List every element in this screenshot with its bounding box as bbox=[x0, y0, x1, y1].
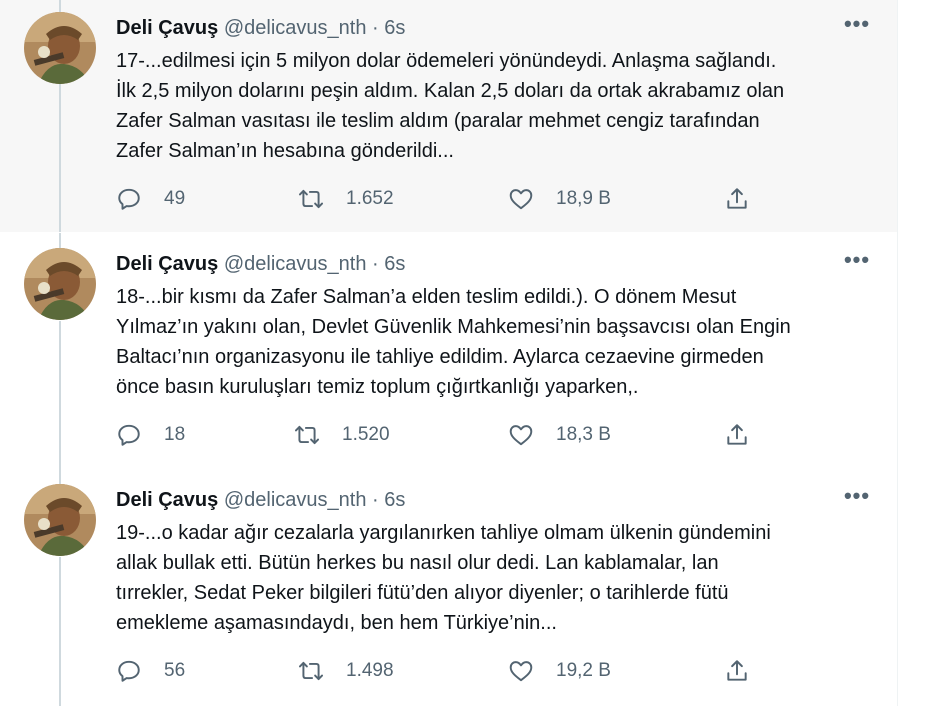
display-name[interactable]: Deli Çavuş bbox=[116, 253, 218, 275]
display-name[interactable]: Deli Çavuş bbox=[116, 489, 218, 511]
share-icon bbox=[727, 424, 747, 445]
retweet-icon bbox=[298, 661, 324, 681]
retweet-count: 1.520 bbox=[342, 424, 390, 445]
avatar-image bbox=[24, 248, 96, 320]
reply-button[interactable]: 49 bbox=[116, 183, 185, 215]
tweet-header: Deli Çavuş @delicavus_nth · 6s bbox=[116, 251, 405, 277]
reply-icon bbox=[118, 188, 140, 210]
like-button[interactable]: 18,3 B bbox=[508, 419, 611, 451]
thread-line-top bbox=[59, 469, 61, 484]
tweet-text-line: İlk 2,5 milyon dolarını peşin aldım. Kal… bbox=[116, 80, 785, 102]
timestamp[interactable]: 6s bbox=[384, 17, 405, 39]
like-count: 19,2 B bbox=[556, 660, 611, 681]
heart-icon bbox=[509, 425, 533, 446]
tweet-text-line: Zafer Salman’ın hesabına gönderildi... bbox=[116, 140, 454, 162]
retweet-button[interactable]: 1.520 bbox=[294, 419, 390, 451]
display-name[interactable]: Deli Çavuş bbox=[116, 17, 218, 39]
thread-line bbox=[59, 321, 61, 469]
avatar[interactable] bbox=[24, 484, 96, 556]
user-handle[interactable]: @delicavus_nth bbox=[224, 17, 367, 39]
tweet-text-line: tırrekler, Sedat Peker bilgileri fütü’de… bbox=[116, 582, 729, 604]
tweet-actions: 18 1.520 18,3 B bbox=[112, 419, 772, 451]
tweet-text-line: emekleme aşamasındaydı, ben hem Türkiye’… bbox=[116, 612, 557, 634]
tweet[interactable]: Deli Çavuş @delicavus_nth · 6s ••• 18-..… bbox=[0, 233, 897, 469]
avatar-image bbox=[24, 484, 96, 556]
tweet-text-line: 18-...bir kısmı da Zafer Salman’a elden … bbox=[116, 286, 737, 308]
tweet-text-line: Yılmaz’ın yakını olan, Devlet Güvenlik M… bbox=[116, 316, 791, 338]
tweet-header: Deli Çavuş @delicavus_nth · 6s bbox=[116, 15, 405, 41]
avatar[interactable] bbox=[24, 12, 96, 84]
share-icon bbox=[727, 188, 747, 209]
tweet-header: Deli Çavuş @delicavus_nth · 6s bbox=[116, 487, 405, 513]
timestamp[interactable]: 6s bbox=[384, 489, 405, 511]
thread-line bbox=[59, 84, 61, 232]
more-icon[interactable]: ••• bbox=[843, 485, 871, 509]
avatar-image bbox=[24, 12, 96, 84]
share-button[interactable] bbox=[724, 655, 750, 687]
like-button[interactable]: 18,9 B bbox=[508, 183, 611, 215]
tweet-text-line: 17-...edilmesi için 5 milyon dolar ödeme… bbox=[116, 50, 777, 72]
thread-line-top bbox=[59, 0, 61, 12]
retweet-button[interactable]: 1.652 bbox=[298, 183, 394, 215]
like-count: 18,3 B bbox=[556, 424, 611, 445]
tweet-actions: 56 1.498 19,2 B bbox=[112, 655, 772, 687]
retweet-icon bbox=[298, 189, 324, 209]
tweet-text: 17-...edilmesi için 5 milyon dolar ödeme… bbox=[116, 46, 876, 166]
retweet-button[interactable]: 1.498 bbox=[298, 655, 394, 687]
retweet-count: 1.498 bbox=[346, 660, 394, 681]
share-button[interactable] bbox=[724, 183, 750, 215]
reply-button[interactable]: 18 bbox=[116, 419, 185, 451]
avatar[interactable] bbox=[24, 248, 96, 320]
user-handle[interactable]: @delicavus_nth bbox=[224, 489, 367, 511]
reply-count: 18 bbox=[164, 424, 186, 445]
timeline: Deli Çavuş @delicavus_nth · 6s ••• 17-..… bbox=[0, 0, 898, 706]
like-button[interactable]: 19,2 B bbox=[508, 655, 611, 687]
heart-icon bbox=[509, 661, 533, 682]
reply-icon bbox=[118, 424, 140, 446]
tweet-text: 19-...o kadar ağır cezalarla yargılanırk… bbox=[116, 518, 876, 638]
reply-button[interactable]: 56 bbox=[116, 655, 185, 687]
retweet-count: 1.652 bbox=[346, 188, 394, 209]
reply-icon bbox=[118, 660, 140, 682]
tweet-actions: 49 1.652 18,9 B bbox=[112, 183, 772, 215]
separator: · bbox=[372, 489, 379, 511]
separator: · bbox=[372, 17, 379, 39]
separator: · bbox=[372, 253, 379, 275]
thread-line-top bbox=[59, 233, 61, 248]
reply-count: 56 bbox=[164, 660, 186, 681]
more-icon[interactable]: ••• bbox=[843, 249, 871, 273]
reply-count: 49 bbox=[164, 188, 186, 209]
tweet-text-line: allak bullak etti. Bütün herkes bu nasıl… bbox=[116, 552, 719, 574]
tweet-text-line: Baltacı’nın organizasyonu ile tahliye ed… bbox=[116, 346, 764, 368]
like-count: 18,9 B bbox=[556, 188, 611, 209]
timestamp[interactable]: 6s bbox=[384, 253, 405, 275]
tweet-text-line: önce basın kuruluşları temiz toplum çığı… bbox=[116, 376, 639, 398]
share-button[interactable] bbox=[724, 419, 750, 451]
share-icon bbox=[727, 660, 747, 681]
user-handle[interactable]: @delicavus_nth bbox=[224, 253, 367, 275]
thread-line bbox=[59, 557, 61, 706]
more-icon[interactable]: ••• bbox=[843, 13, 871, 37]
heart-icon bbox=[509, 189, 533, 210]
retweet-icon bbox=[294, 425, 320, 445]
tweet[interactable]: Deli Çavuş @delicavus_nth · 6s ••• 19-..… bbox=[0, 469, 897, 706]
tweet-text: 18-...bir kısmı da Zafer Salman’a elden … bbox=[116, 282, 876, 402]
tweet-text-line: 19-...o kadar ağır cezalarla yargılanırk… bbox=[116, 522, 771, 544]
tweet[interactable]: Deli Çavuş @delicavus_nth · 6s ••• 17-..… bbox=[0, 0, 897, 232]
tweet-text-line: Zafer Salman vasıtası ile teslim aldım (… bbox=[116, 110, 760, 132]
